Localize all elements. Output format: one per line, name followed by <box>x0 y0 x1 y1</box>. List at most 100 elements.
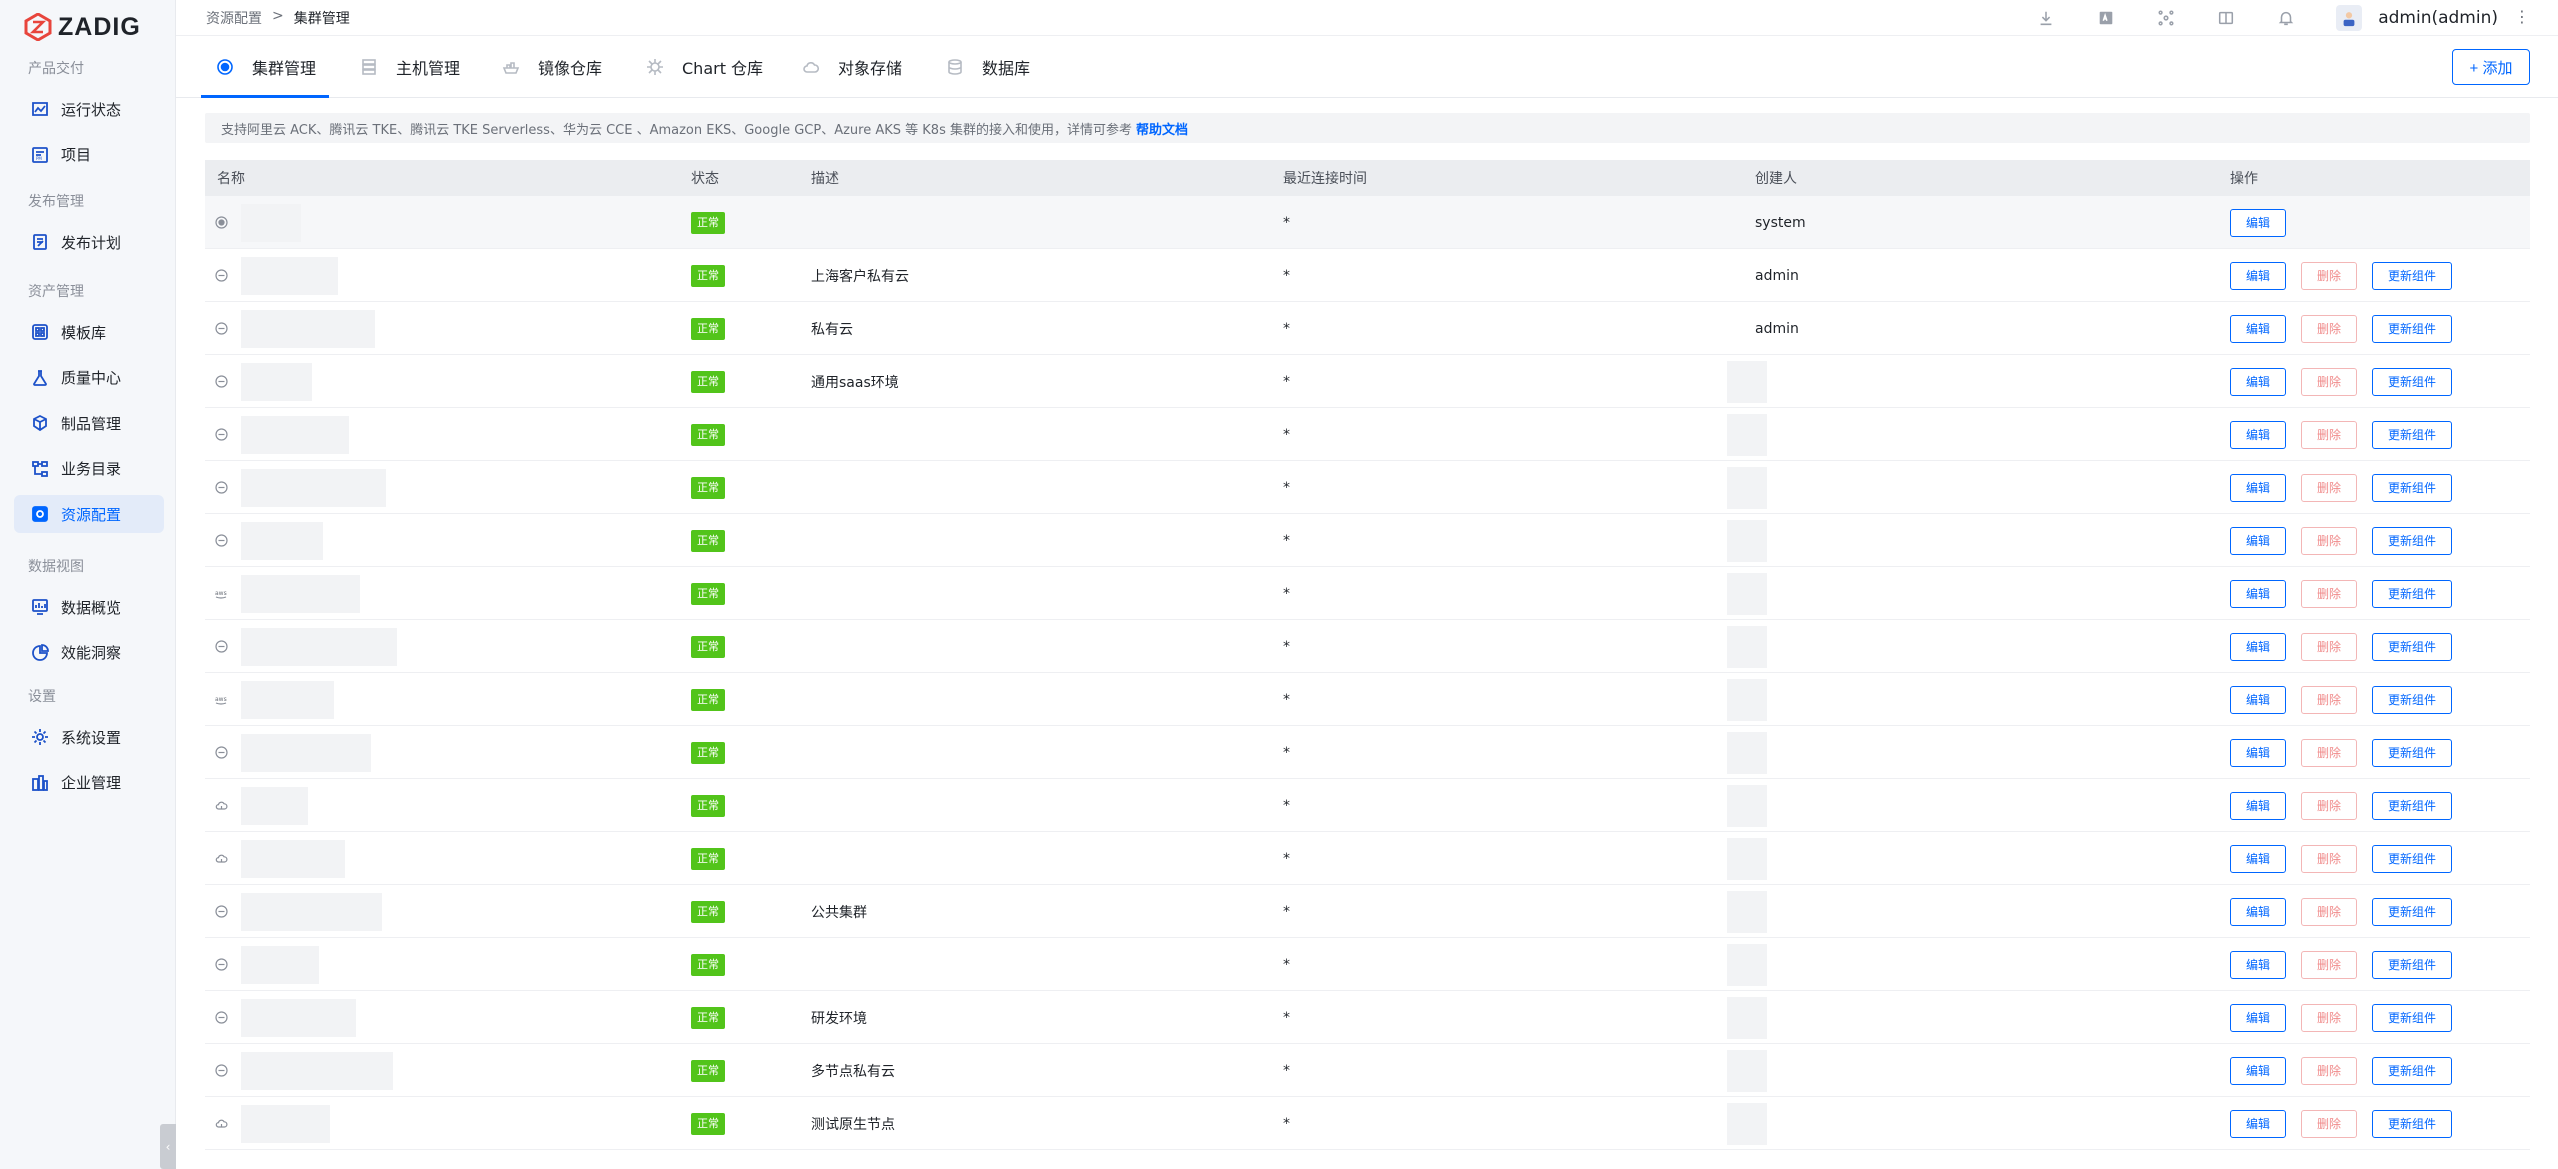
update-components-button[interactable]: 更新组件 <box>2372 738 2452 767</box>
sidebar-item[interactable]: 运行状态 <box>14 90 164 128</box>
delete-button[interactable]: 删除 <box>2301 420 2357 449</box>
edit-button[interactable]: 编辑 <box>2230 261 2286 290</box>
edit-button[interactable]: 编辑 <box>2230 314 2286 343</box>
table-row[interactable]: 正常 * 编辑 删除 更新组件 <box>205 938 2530 991</box>
edit-button[interactable]: 编辑 <box>2230 1003 2286 1032</box>
table-row[interactable]: 正常 多节点私有云 * 编辑 删除 更新组件 <box>205 1044 2530 1097</box>
delete-button[interactable]: 删除 <box>2301 473 2357 502</box>
delete-button[interactable]: 删除 <box>2301 738 2357 767</box>
bell-icon[interactable] <box>2256 9 2316 27</box>
tab[interactable]: Chart 仓库 <box>644 36 763 98</box>
delete-button[interactable]: 删除 <box>2301 261 2357 290</box>
translate-icon[interactable] <box>2076 9 2136 27</box>
sidebar-item[interactable]: 效能洞察 <box>14 634 164 672</box>
user-name[interactable]: admin(admin) <box>2378 8 2498 28</box>
sidebar-item[interactable]: 资源配置 <box>14 495 164 533</box>
delete-button[interactable]: 删除 <box>2301 367 2357 396</box>
table-row[interactable]: 正常 * 编辑 删除 更新组件 <box>205 726 2530 779</box>
tab[interactable]: 镜像仓库 <box>500 36 602 98</box>
sidebar-item[interactable]: PM 项目 <box>14 136 164 174</box>
update-components-button[interactable]: 更新组件 <box>2372 685 2452 714</box>
update-components-button[interactable]: 更新组件 <box>2372 367 2452 396</box>
update-components-button[interactable]: 更新组件 <box>2372 1056 2452 1085</box>
tab[interactable]: 集群管理 <box>214 36 316 98</box>
delete-button[interactable]: 删除 <box>2301 579 2357 608</box>
delete-button[interactable]: 删除 <box>2301 897 2357 926</box>
update-components-button[interactable]: 更新组件 <box>2372 791 2452 820</box>
download-icon[interactable] <box>2016 9 2076 27</box>
delete-button[interactable]: 删除 <box>2301 1056 2357 1085</box>
table-row[interactable]: 正常 * 编辑 删除 更新组件 <box>205 620 2530 673</box>
logo[interactable]: ZADIG <box>24 12 141 42</box>
table-row[interactable]: 正常 公共集群 * 编辑 删除 更新组件 <box>205 885 2530 938</box>
sidebar-item[interactable]: 系统设置 <box>14 718 164 756</box>
tab[interactable]: 主机管理 <box>358 36 460 98</box>
book-icon[interactable] <box>2196 9 2256 27</box>
update-components-button[interactable]: 更新组件 <box>2372 1109 2452 1138</box>
add-button[interactable]: + 添加 <box>2452 49 2530 85</box>
edit-button[interactable]: 编辑 <box>2230 844 2286 873</box>
delete-button[interactable]: 删除 <box>2301 844 2357 873</box>
update-components-button[interactable]: 更新组件 <box>2372 579 2452 608</box>
edit-button[interactable]: 编辑 <box>2230 579 2286 608</box>
update-components-button[interactable]: 更新组件 <box>2372 526 2452 555</box>
delete-button[interactable]: 删除 <box>2301 791 2357 820</box>
table-row[interactable]: aws 正常 * 编辑 删除 更新组件 <box>205 673 2530 726</box>
edit-button[interactable]: 编辑 <box>2230 367 2286 396</box>
table-row[interactable]: 正常 上海客户私有云 * admin 编辑 删除 更新组件 <box>205 249 2530 302</box>
table-row[interactable]: 正常 * 编辑 删除 更新组件 <box>205 461 2530 514</box>
edit-button[interactable]: 编辑 <box>2230 1056 2286 1085</box>
table-row[interactable]: 正常 * 编辑 删除 更新组件 <box>205 514 2530 567</box>
edit-button[interactable]: 编辑 <box>2230 473 2286 502</box>
tab[interactable]: 数据库 <box>944 36 1030 98</box>
sidebar-item[interactable]: 业务目录 <box>14 450 164 488</box>
update-components-button[interactable]: 更新组件 <box>2372 1003 2452 1032</box>
sidebar-item[interactable]: 制品管理 <box>14 404 164 442</box>
edit-button[interactable]: 编辑 <box>2230 950 2286 979</box>
delete-button[interactable]: 删除 <box>2301 950 2357 979</box>
sidebar-item[interactable]: 数据概览 <box>14 588 164 626</box>
update-components-button[interactable]: 更新组件 <box>2372 950 2452 979</box>
breadcrumb-parent[interactable]: 资源配置 <box>206 8 262 28</box>
table-row[interactable]: 正常 通用saas环境 * 编辑 删除 更新组件 <box>205 355 2530 408</box>
sidebar-item[interactable]: 企业管理 <box>14 764 164 802</box>
table-row[interactable]: 正常 研发环境 * 编辑 删除 更新组件 <box>205 991 2530 1044</box>
edit-button[interactable]: 编辑 <box>2230 1109 2286 1138</box>
sidebar-item[interactable]: 发布计划 <box>14 223 164 261</box>
delete-button[interactable]: 删除 <box>2301 685 2357 714</box>
edit-button[interactable]: 编辑 <box>2230 791 2286 820</box>
edit-button[interactable]: 编辑 <box>2230 738 2286 767</box>
update-components-button[interactable]: 更新组件 <box>2372 473 2452 502</box>
delete-button[interactable]: 删除 <box>2301 314 2357 343</box>
delete-button[interactable]: 删除 <box>2301 632 2357 661</box>
help-doc-link[interactable]: 帮助文档 <box>1136 119 1188 138</box>
update-components-button[interactable]: 更新组件 <box>2372 844 2452 873</box>
edit-button[interactable]: 编辑 <box>2230 897 2286 926</box>
update-components-button[interactable]: 更新组件 <box>2372 314 2452 343</box>
table-row[interactable]: 正常 * 编辑 删除 更新组件 <box>205 408 2530 461</box>
delete-button[interactable]: 删除 <box>2301 1109 2357 1138</box>
update-components-button[interactable]: 更新组件 <box>2372 632 2452 661</box>
sidebar-item[interactable]: 模板库 <box>14 313 164 351</box>
more-menu-icon[interactable]: ⋮ <box>2514 7 2530 26</box>
table-row[interactable]: aws 正常 * 编辑 删除 更新组件 <box>205 567 2530 620</box>
table-row[interactable]: 正常 * 编辑 删除 更新组件 <box>205 779 2530 832</box>
avatar[interactable] <box>2336 5 2363 31</box>
update-components-button[interactable]: 更新组件 <box>2372 897 2452 926</box>
table-row[interactable]: 正常 * system 编辑 <box>205 196 2530 249</box>
sidebar-item[interactable]: 质量中心 <box>14 359 164 397</box>
network-icon[interactable] <box>2136 9 2196 27</box>
edit-button[interactable]: 编辑 <box>2230 420 2286 449</box>
table-row[interactable]: 正常 测试原生节点 * 编辑 删除 更新组件 <box>205 1097 2530 1150</box>
tab[interactable]: 对象存储 <box>800 36 902 98</box>
edit-button[interactable]: 编辑 <box>2230 526 2286 555</box>
delete-button[interactable]: 删除 <box>2301 1003 2357 1032</box>
update-components-button[interactable]: 更新组件 <box>2372 261 2452 290</box>
sidebar-collapse-handle[interactable]: ‹ <box>160 1124 176 1169</box>
update-components-button[interactable]: 更新组件 <box>2372 420 2452 449</box>
edit-button[interactable]: 编辑 <box>2230 632 2286 661</box>
delete-button[interactable]: 删除 <box>2301 526 2357 555</box>
table-row[interactable]: 正常 私有云 * admin 编辑 删除 更新组件 <box>205 302 2530 355</box>
table-row[interactable]: 正常 * 编辑 删除 更新组件 <box>205 832 2530 885</box>
edit-button[interactable]: 编辑 <box>2230 208 2286 237</box>
